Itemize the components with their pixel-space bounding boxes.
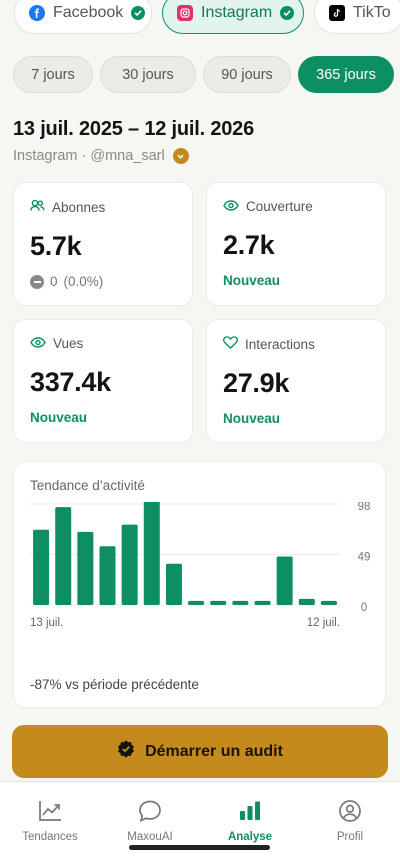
bottom-nav: Tendances MaxouAI Analyse Profil — [0, 781, 400, 858]
nav-label: Tendances — [22, 831, 78, 843]
home-indicator — [129, 845, 270, 850]
stat-note: Nouveau — [223, 411, 281, 426]
stat-change-value: 0 — [50, 274, 58, 289]
chart-bar[interactable] — [99, 546, 116, 605]
eye-icon — [30, 336, 46, 351]
y-tick-label: 0 — [361, 602, 367, 614]
instagram-icon — [177, 5, 193, 21]
stat-note: Nouveau — [223, 273, 281, 288]
bar-chart-icon — [238, 800, 262, 825]
users-icon — [30, 199, 45, 215]
facebook-icon — [29, 5, 45, 21]
stat-change-pct: (0.0%) — [63, 274, 104, 289]
period-comparison: -87% vs période précédente — [30, 677, 199, 692]
period-7-days[interactable]: 7 jours — [13, 56, 93, 93]
stat-label: Abonnes — [52, 199, 106, 215]
chart-bar[interactable] — [298, 598, 315, 605]
badge-check-icon — [117, 740, 135, 763]
chart-title: Tendance d’activité — [30, 478, 145, 493]
y-tick-label: 49 — [358, 552, 371, 564]
stat-header: Couverture — [223, 199, 369, 214]
stat-header: Interactions — [223, 336, 369, 352]
stat-value: 27.9k — [223, 368, 290, 398]
stat-value: 2.7k — [223, 230, 275, 260]
user-circle-icon — [338, 800, 362, 825]
stat-label: Interactions — [245, 336, 315, 352]
platform-chip-facebook[interactable]: Facebook — [14, 0, 152, 34]
stat-value: 337.4k — [30, 367, 111, 397]
heart-icon — [223, 336, 238, 352]
platform-label: Facebook — [53, 4, 124, 21]
chart-bar[interactable] — [320, 600, 337, 605]
chart-bar[interactable] — [276, 556, 293, 605]
stat-label: Vues — [53, 336, 84, 351]
minus-circle-icon — [30, 274, 44, 289]
check-icon — [131, 6, 146, 20]
trend-icon — [38, 800, 62, 825]
x-end-label: 12 juil. — [307, 617, 340, 629]
check-icon — [280, 6, 295, 20]
stat-label: Couverture — [246, 199, 313, 214]
account-line: Instagram · @mna_sarl — [13, 148, 189, 164]
chart-bar[interactable] — [210, 600, 227, 605]
nav-label: MaxouAI — [127, 831, 173, 843]
chart-bar[interactable] — [254, 600, 271, 605]
chat-bubble-icon — [138, 800, 162, 825]
period-selector: 7 jours 30 jours 90 jours 365 jours — [13, 56, 394, 93]
analytics-screen: Facebook Instagram TikTo 7 jours 30 jour… — [0, 0, 400, 858]
stat-value: 5.7k — [30, 231, 82, 261]
stat-header: Abonnes — [30, 199, 176, 215]
audit-label: Démarrer un audit — [145, 742, 283, 760]
eye-icon — [223, 199, 239, 214]
x-start-label: 13 juil. — [30, 617, 63, 629]
nav-label: Analyse — [227, 831, 273, 843]
activity-bar-chart: 98 49 0 13 juil. 12 juil. — [30, 502, 371, 629]
chart-bar[interactable] — [188, 600, 205, 605]
nav-analyse[interactable]: Analyse — [200, 800, 300, 843]
chart-bar[interactable] — [143, 502, 160, 605]
chart-bar[interactable] — [77, 531, 94, 605]
nav-tendances[interactable]: Tendances — [0, 800, 100, 843]
chevron-down-icon[interactable] — [172, 148, 189, 164]
period-90-days[interactable]: 90 jours — [203, 56, 291, 93]
stat-change: 0 (0.0%) — [30, 274, 176, 289]
stat-card-couverture: Couverture 2.7k Nouveau — [206, 182, 386, 306]
stat-note: Nouveau — [30, 410, 88, 425]
stat-card-interactions: Interactions 27.9k Nouveau — [206, 319, 386, 443]
chart-bar[interactable] — [165, 563, 182, 605]
account-label: Instagram · @mna_sarl — [13, 148, 165, 164]
period-30-days[interactable]: 30 jours — [100, 56, 196, 93]
platform-chip-instagram[interactable]: Instagram — [162, 0, 304, 34]
chart-bar[interactable] — [121, 524, 138, 605]
chart-bar[interactable] — [55, 507, 72, 605]
date-range-title: 13 juil. 2025 – 12 juil. 2026 — [13, 118, 255, 140]
stat-card-abonnes: Abonnes 5.7k 0 (0.0%) — [13, 182, 193, 306]
chart-bar[interactable] — [232, 600, 249, 605]
nav-maxouai[interactable]: MaxouAI — [100, 800, 200, 843]
start-audit-button[interactable]: Démarrer un audit — [12, 725, 388, 778]
tiktok-icon — [329, 5, 345, 21]
nav-profil[interactable]: Profil — [300, 800, 400, 843]
nav-label: Profil — [336, 831, 364, 843]
stat-card-vues: Vues 337.4k Nouveau — [13, 319, 193, 443]
chart-bar[interactable] — [33, 529, 50, 605]
period-365-days[interactable]: 365 jours — [298, 56, 394, 93]
platform-label: TikTo — [353, 4, 391, 21]
platform-label: Instagram — [201, 4, 273, 21]
platform-chip-tiktok[interactable]: TikTo — [314, 0, 400, 34]
activity-chart-card: Tendance d’activité 98 49 0 13 juil. 12 juil… — [13, 461, 386, 708]
y-tick-label: 98 — [358, 502, 371, 513]
stat-header: Vues — [30, 336, 176, 351]
platform-filter: Facebook Instagram TikTo — [14, 0, 400, 34]
